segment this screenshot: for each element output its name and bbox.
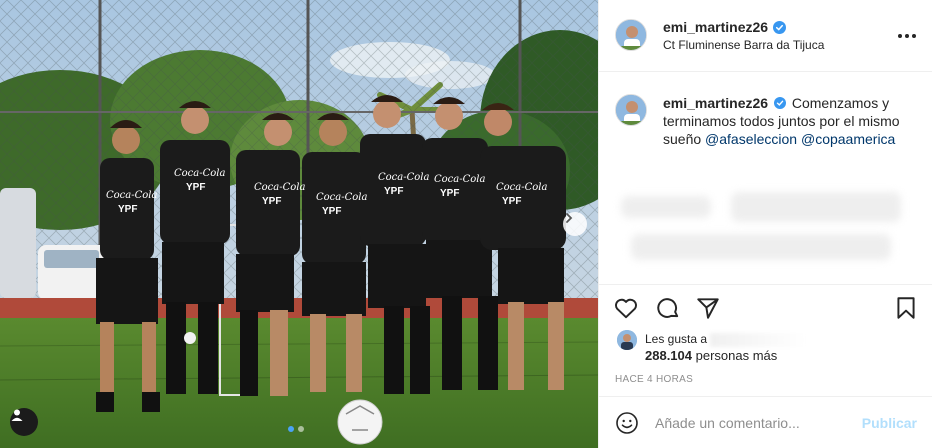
user-tag-button[interactable] — [10, 408, 38, 436]
post-location[interactable]: Ct Fluminense Barra da Tijuca — [663, 38, 824, 52]
verified-badge-icon — [773, 20, 787, 34]
blurred-liker-name — [710, 332, 807, 347]
sponsor-sub-p2: YPF — [186, 182, 206, 193]
comment-icon — [657, 298, 679, 318]
publish-button[interactable]: Publicar — [862, 415, 917, 431]
verified-badge-icon — [773, 97, 786, 109]
user-tag-icon — [11, 409, 23, 421]
carousel-dot — [288, 426, 294, 432]
likes-count: 288.104 — [645, 348, 692, 363]
comment-button[interactable] — [655, 295, 681, 321]
avatar[interactable] — [615, 19, 647, 51]
post-header: emi_martinez26 Ct Fluminense Barra da Ti… — [599, 0, 932, 72]
comment-input[interactable] — [655, 413, 855, 433]
instagram-post-frame: Coca-Cola YPF Coca-Cola YPF Coca-Cola YP… — [0, 0, 932, 448]
likes-prefix: Les gusta a — [645, 332, 708, 346]
chevron-right-icon — [566, 213, 573, 223]
sponsor-main-p2: Coca-Cola — [174, 168, 226, 179]
mention-link[interactable]: @copaamerica — [801, 131, 895, 147]
more-options-button[interactable] — [895, 26, 919, 46]
likes-count-row[interactable]: 288.104 personas más — [645, 348, 777, 363]
avatar[interactable] — [615, 94, 647, 126]
sponsor-main-p4: Coca-Cola — [316, 192, 368, 203]
sponsor-main-p3: Coca-Cola — [254, 182, 306, 193]
sponsor-sub-p7: YPF — [502, 196, 522, 207]
bookmark-icon — [897, 297, 915, 319]
sponsor-sub-p3: YPF — [262, 196, 282, 207]
caption-text: emi_martinez26 Comenzamos y terminamos t… — [663, 94, 923, 148]
mention-link[interactable]: @afaseleccion — [705, 131, 797, 147]
post-timestamp[interactable]: HACE 4 HORAS — [615, 374, 693, 385]
blurred-comments — [611, 182, 921, 282]
post-side-panel: emi_martinez26 Ct Fluminense Barra da Ti… — [598, 0, 932, 448]
emoji-button[interactable] — [615, 411, 639, 435]
carousel-next-button[interactable] — [563, 212, 587, 236]
caption-username[interactable]: emi_martinez26 — [663, 95, 768, 111]
likes-label: Les gusta a — [645, 332, 807, 347]
avatar[interactable] — [617, 330, 637, 350]
likes-suffix: personas más — [695, 348, 778, 363]
sponsor-sub-p6: YPF — [440, 188, 460, 199]
heart-icon — [615, 298, 637, 319]
carousel-indicator — [288, 426, 304, 432]
sponsor-sub-p5: YPF — [384, 186, 404, 197]
save-button[interactable] — [893, 295, 919, 321]
post-photo[interactable]: Coca-Cola YPF Coca-Cola YPF Coca-Cola YP… — [0, 0, 598, 448]
team-photo-illustration — [0, 0, 598, 448]
sponsor-main-p7: Coca-Cola — [496, 182, 548, 193]
sponsor-sub-p1: YPF — [118, 204, 138, 215]
carousel-dot — [298, 426, 304, 432]
emoji-icon — [616, 412, 638, 434]
comment-bar: Publicar — [599, 396, 932, 448]
sponsor-main-p5: Coca-Cola — [378, 172, 430, 183]
share-button[interactable] — [695, 295, 721, 321]
action-bar — [599, 284, 932, 330]
sponsor-main-p6: Coca-Cola — [434, 174, 486, 185]
header-username-row: emi_martinez26 — [663, 19, 787, 35]
likes-summary: Les gusta a 288.104 personas más — [615, 330, 925, 370]
sponsor-main-p1: Coca-Cola — [106, 190, 158, 201]
sponsor-sub-p4: YPF — [322, 206, 342, 217]
like-button[interactable] — [613, 295, 639, 321]
share-icon — [697, 298, 719, 319]
post-caption: emi_martinez26 Comenzamos y terminamos t… — [599, 72, 932, 284]
header-username[interactable]: emi_martinez26 — [663, 19, 768, 35]
more-options-icon — [898, 34, 902, 38]
